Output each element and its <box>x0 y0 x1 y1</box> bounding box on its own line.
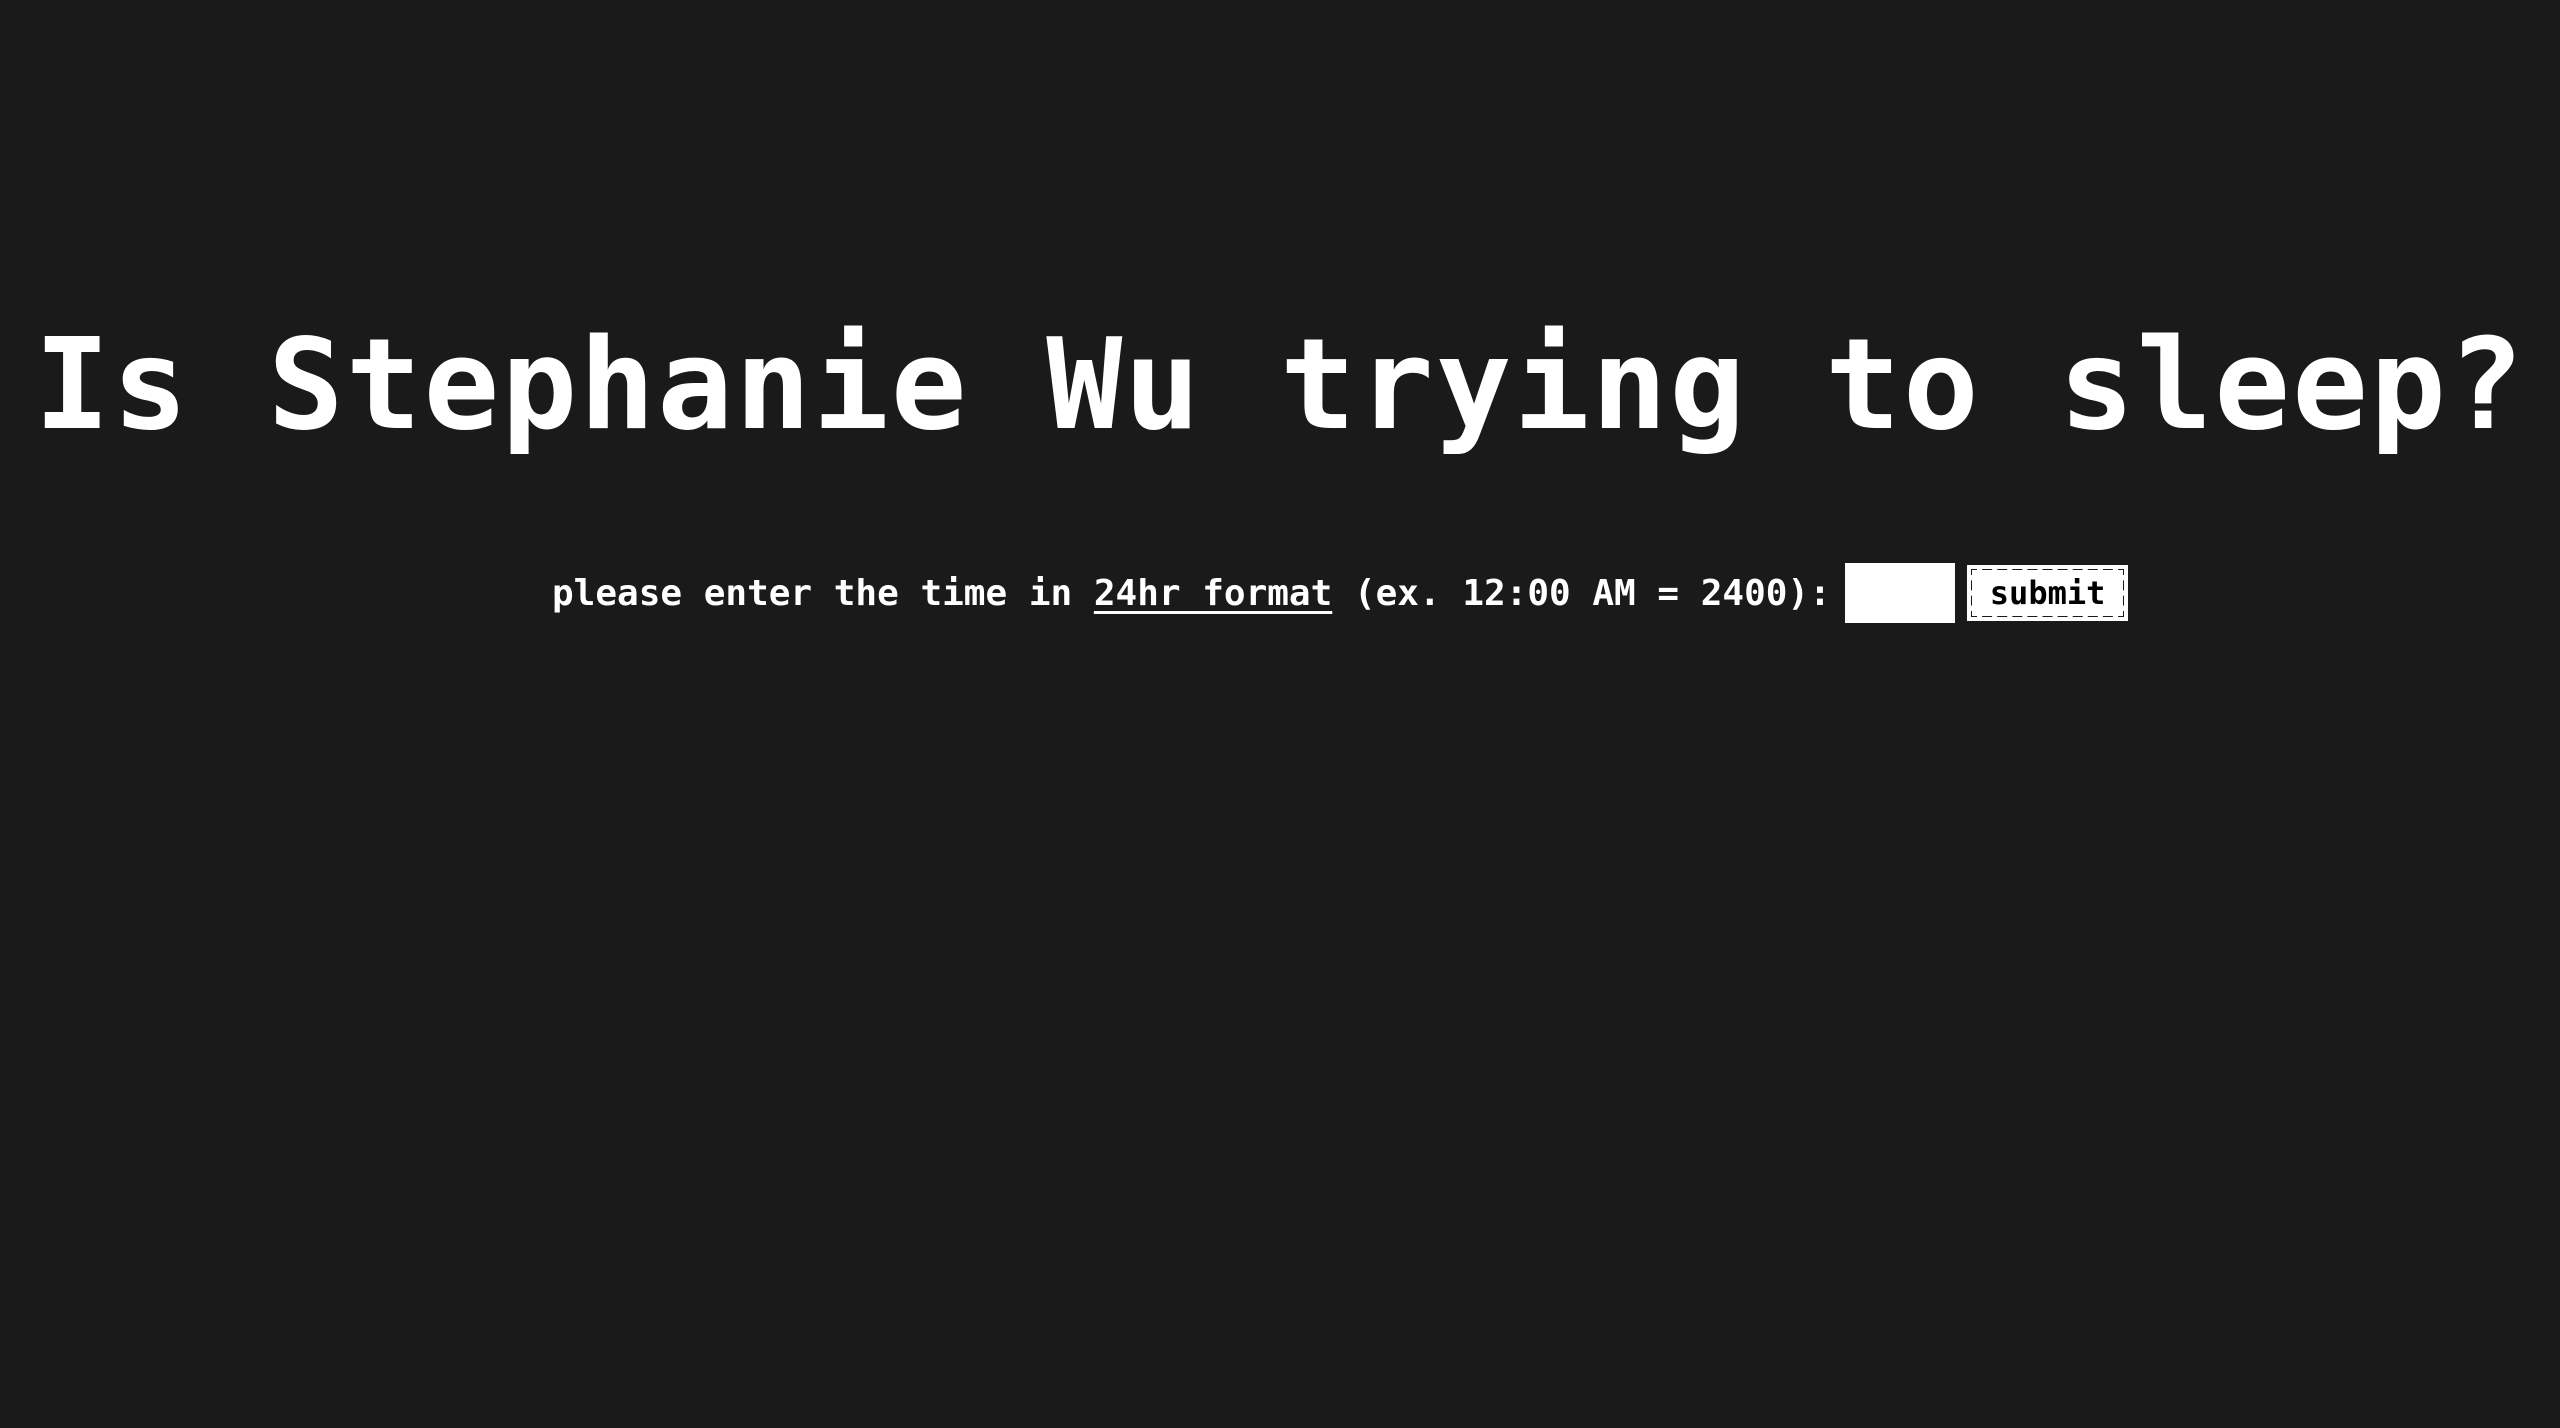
24hr-format-link[interactable]: 24hr format <box>1094 573 1332 614</box>
time-input[interactable] <box>1844 563 1955 623</box>
prompt-text-after: (ex. 12:00 AM = 2400): <box>1332 572 1831 614</box>
time-form: please enter the time in 24hr format (ex… <box>552 562 2129 624</box>
page: Is Stephanie Wu trying to sleep? please … <box>0 0 2560 1428</box>
prompt-text-before: please enter the time in <box>552 572 1094 614</box>
submit-button[interactable]: submit <box>1966 565 2129 621</box>
page-title: Is Stephanie Wu trying to sleep? <box>34 311 2526 458</box>
